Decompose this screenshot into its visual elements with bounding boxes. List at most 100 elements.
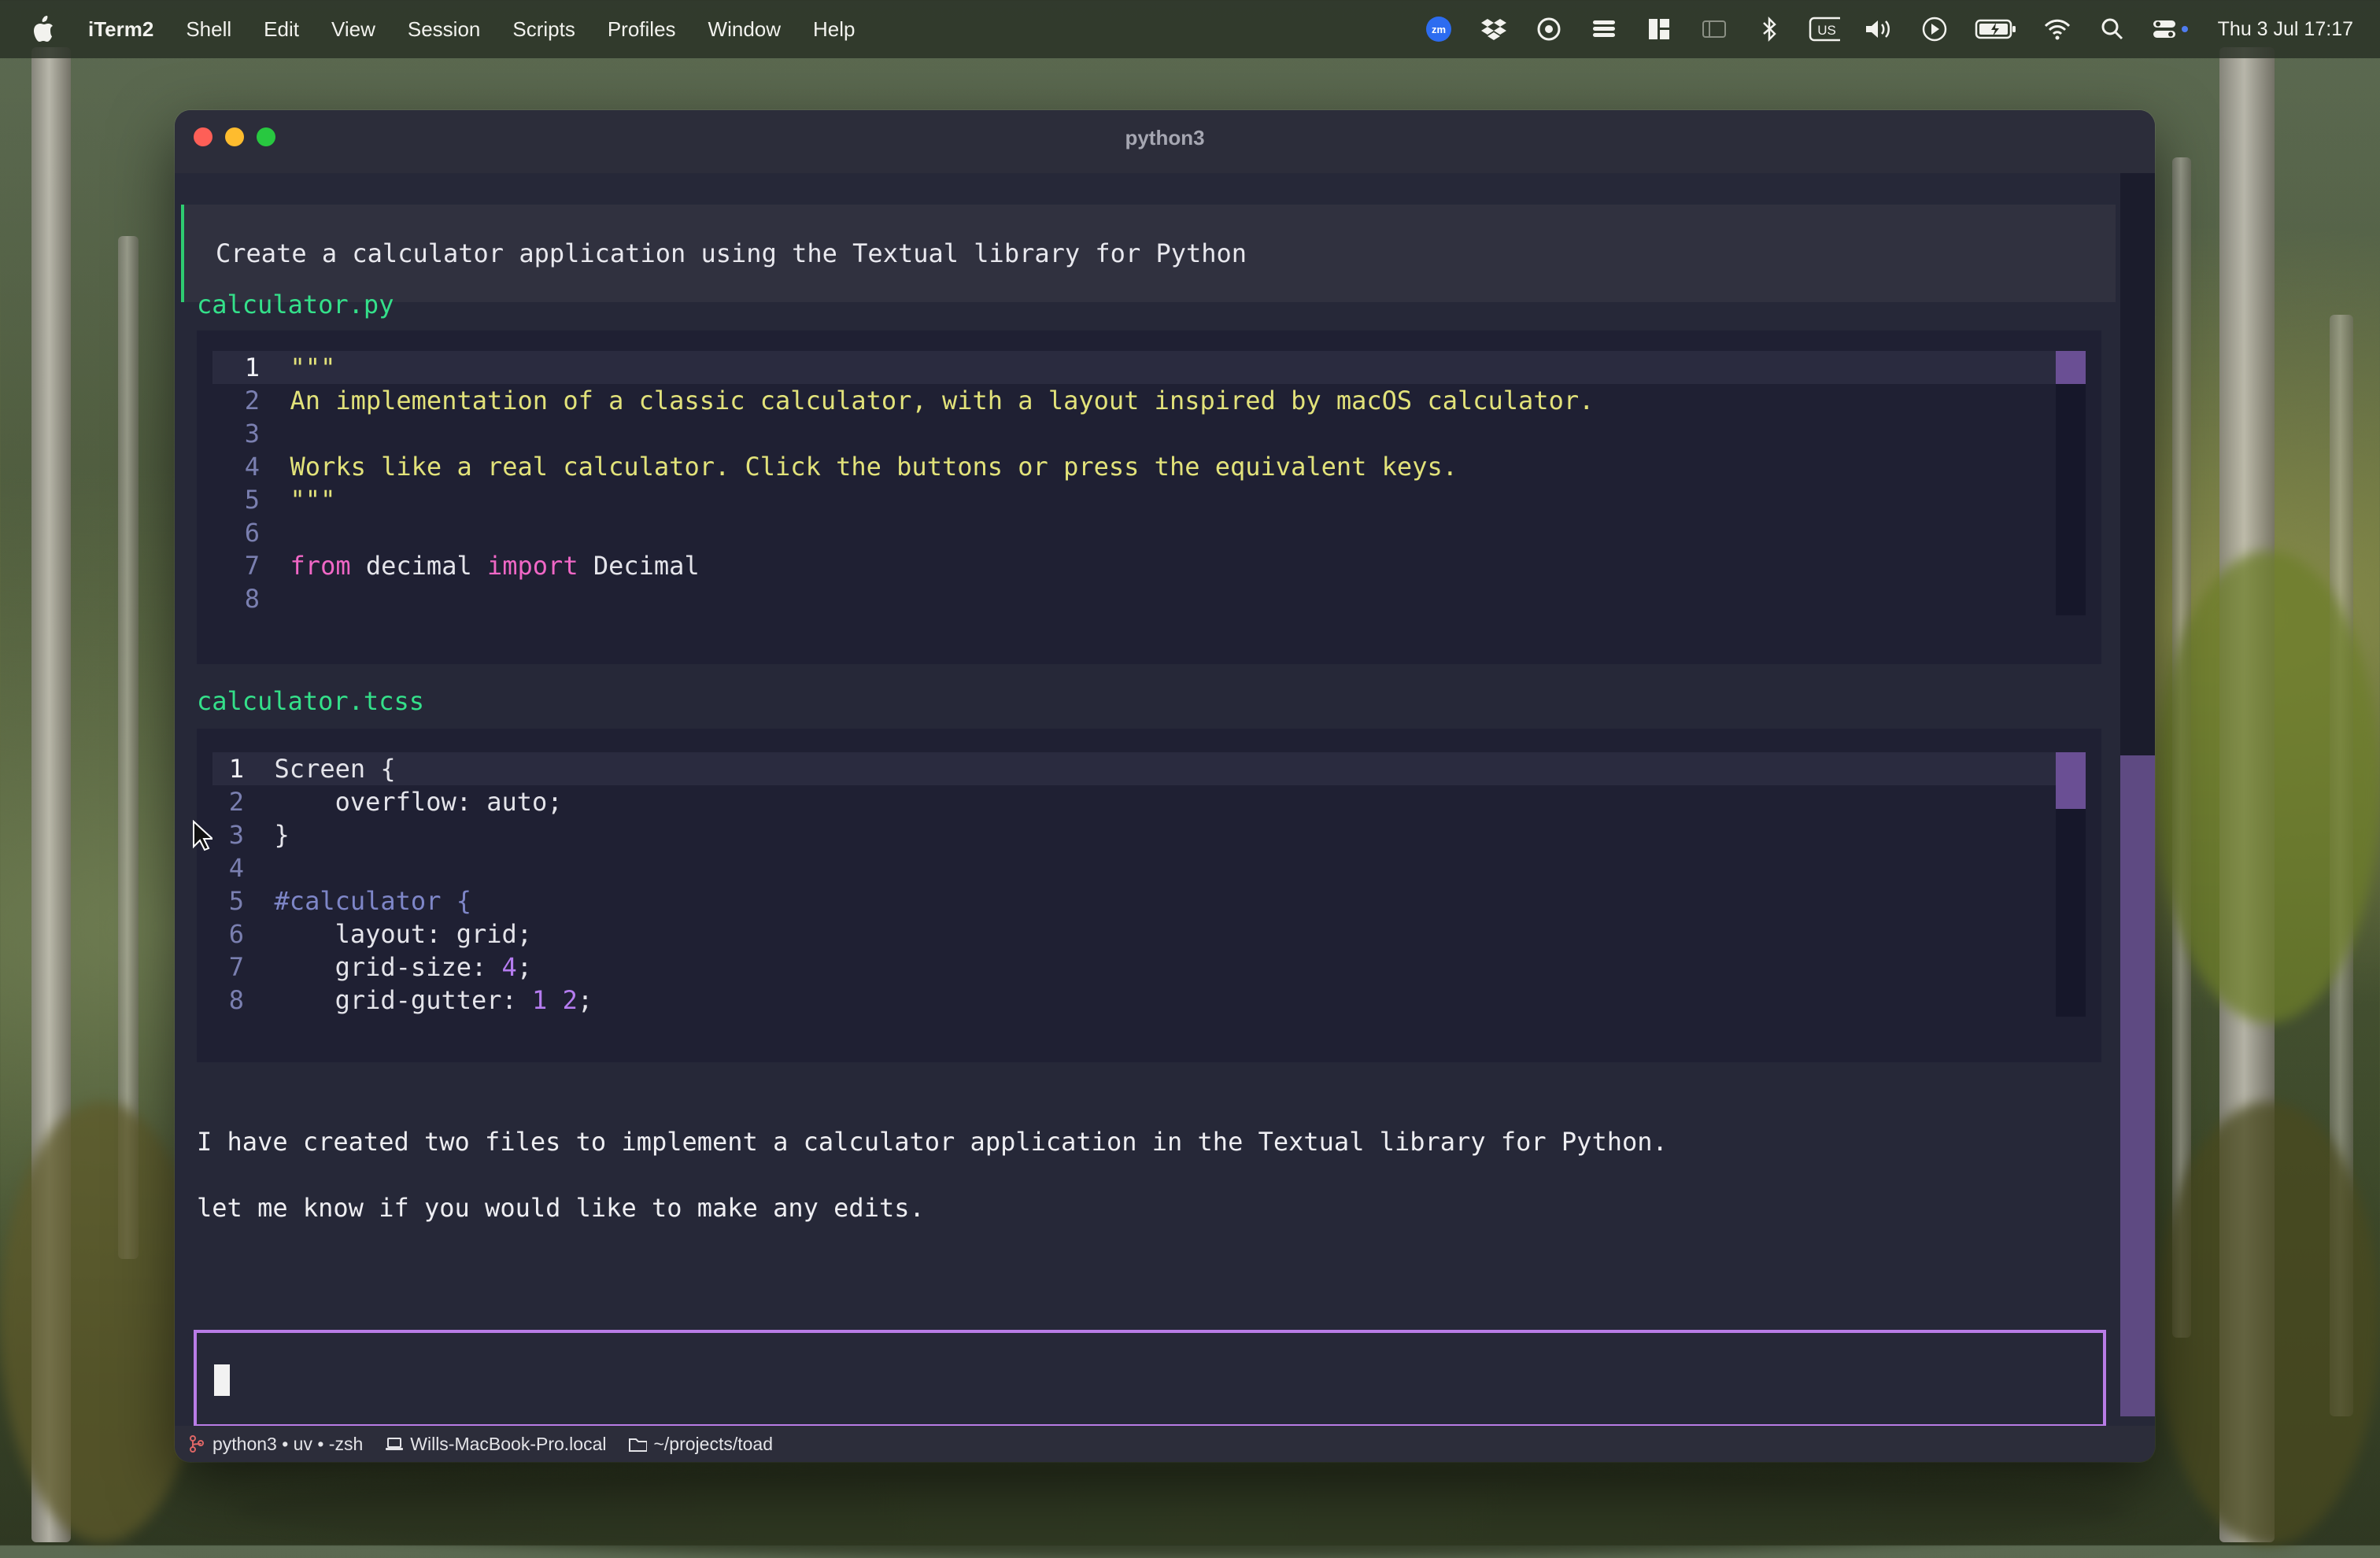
menu-app-name[interactable]: iTerm2 (88, 17, 153, 42)
code-line: 7 from decimal import Decimal (213, 549, 2064, 582)
menu-view[interactable]: View (331, 17, 375, 42)
code-line: 8 (213, 582, 2064, 615)
code-text: Works like a real calculator. Click the … (290, 452, 1458, 482)
keyboard-layout-icon[interactable]: US (1809, 13, 1840, 45)
code-line: 4 (213, 851, 2064, 884)
window-titlebar[interactable]: python3 (175, 110, 2155, 173)
line-number: 2 (244, 386, 260, 415)
code-scrollbar[interactable] (2056, 351, 2086, 615)
window-layout-icon[interactable] (1643, 13, 1675, 45)
code-line: 2 overflow: auto; (213, 785, 2064, 818)
zoom-badge-text: zm (1432, 24, 1446, 35)
prompt-input[interactable] (194, 1330, 2106, 1427)
wifi-icon[interactable] (2042, 13, 2073, 45)
line-number: 2 (228, 787, 244, 817)
code-text: Screen { (274, 754, 396, 784)
code-line: 7 grid-size: 4; (213, 951, 2064, 984)
menubar-clock[interactable]: Thu 3 Jul 17:17 (2218, 18, 2353, 41)
code-scrollbar-thumb[interactable] (2056, 351, 2086, 384)
code-text: layout: grid; (274, 919, 533, 949)
line-number: 7 (244, 551, 260, 581)
apple-icon[interactable] (30, 14, 57, 44)
code-scrollbar-thumb[interactable] (2056, 752, 2086, 809)
code-text: """ (290, 485, 336, 515)
menu-profiles[interactable]: Profiles (608, 17, 676, 42)
line-number: 4 (228, 853, 244, 883)
code-text: grid-gutter: (274, 985, 533, 1015)
code-line: 2 An implementation of a classic calcula… (213, 384, 2064, 417)
bluetooth-icon[interactable] (1754, 13, 1785, 45)
menu-edit[interactable]: Edit (264, 17, 299, 42)
line-number: 6 (244, 518, 260, 548)
menu-help[interactable]: Help (813, 17, 855, 42)
code-line: 8 grid-gutter: 1 2; (213, 984, 2064, 1017)
line-number: 6 (228, 919, 244, 949)
line-number: 4 (244, 452, 260, 482)
play-icon[interactable] (1919, 13, 1950, 45)
terminal-window: python3 Create a calculator application … (175, 110, 2155, 1462)
spotlight-search-icon[interactable] (2097, 13, 2128, 45)
status-menu-area: zm US Thu 3 Jul 17:17 (1423, 0, 2353, 58)
control-center-icon[interactable] (2152, 13, 2190, 45)
keyboard-layout-text: US (1817, 23, 1836, 38)
menu-window[interactable]: Window (708, 17, 781, 42)
code-line: 1 """ (213, 351, 2064, 384)
user-prompt-block: Create a calculator application using th… (181, 205, 2116, 302)
chat-transcript[interactable]: Create a calculator application using th… (175, 173, 2116, 1416)
code-line: 6 layout: grid; (213, 917, 2064, 951)
code-number: 1 2 (532, 985, 578, 1015)
code-line: 5 #calculator { (213, 884, 2064, 917)
code-line: 1 Screen { (213, 752, 2064, 785)
volume-icon[interactable] (1864, 13, 1895, 45)
menu-session[interactable]: Session (408, 17, 481, 42)
file-label-calculator-tcss[interactable]: calculator.tcss (197, 686, 424, 716)
code-line: 3 (213, 417, 2064, 450)
mouse-pointer-icon (192, 819, 215, 851)
status-path[interactable]: ~/projects/toad (628, 1434, 773, 1455)
code-line: 6 (213, 516, 2064, 549)
code-block-calculator-tcss[interactable]: 1 Screen { 2 overflow: auto; 3 } 4 5 #ca… (197, 729, 2101, 1062)
user-prompt-text: Create a calculator application using th… (216, 238, 1247, 268)
status-host[interactable]: Wills-MacBook-Pro.local (385, 1434, 606, 1455)
folder-icon (628, 1434, 648, 1453)
status-job[interactable]: python3 • uv • -zsh (187, 1434, 363, 1455)
code-line: 4 Works like a real calculator. Click th… (213, 450, 2064, 483)
code-text: decimal (350, 551, 487, 581)
stack-icon[interactable] (1588, 13, 1620, 45)
transcript-scrollbar[interactable] (2120, 173, 2155, 1416)
dropbox-icon[interactable] (1478, 13, 1510, 45)
zoom-icon[interactable]: zm (1423, 13, 1454, 45)
code-keyword: from (290, 551, 351, 581)
line-number: 8 (228, 985, 244, 1015)
menu-scripts[interactable]: Scripts (512, 17, 575, 42)
line-number: 1 (244, 353, 260, 382)
transcript-scrollbar-thumb[interactable] (2120, 755, 2155, 1416)
code-text: grid-size: (274, 952, 502, 982)
assistant-response-line: I have created two files to implement a … (197, 1127, 1668, 1157)
status-job-text: python3 • uv • -zsh (213, 1433, 364, 1454)
battery-icon[interactable] (1974, 13, 2018, 45)
line-number: 8 (244, 584, 260, 614)
code-text: ; (577, 985, 593, 1015)
menu-bar: iTerm2 Shell Edit View Session Scripts P… (0, 0, 2380, 58)
code-scrollbar[interactable] (2056, 752, 2086, 1017)
laptop-icon (385, 1434, 404, 1453)
code-line: 5 """ (213, 483, 2064, 516)
branch-icon (187, 1434, 206, 1453)
line-number: 7 (228, 952, 244, 982)
code-block-calculator-py[interactable]: 1 """ 2 An implementation of a classic c… (197, 330, 2101, 664)
line-number: 3 (244, 419, 260, 449)
code-selector: #calculator { (274, 886, 471, 916)
code-keyword: import (486, 551, 578, 581)
sidebar-icon[interactable] (1698, 13, 1730, 45)
menu-shell[interactable]: Shell (186, 17, 231, 42)
code-text: """ (290, 353, 336, 382)
line-number: 5 (244, 485, 260, 515)
session-status-bar: python3 • uv • -zsh Wills-MacBook-Pro.lo… (175, 1426, 2155, 1462)
code-text: overflow: auto; (274, 787, 563, 817)
code-text: An implementation of a classic calculato… (290, 386, 1595, 415)
file-label-calculator-py[interactable]: calculator.py (197, 290, 394, 319)
code-text: Decimal (578, 551, 700, 581)
vpn-icon[interactable] (1533, 13, 1565, 45)
window-title: python3 (1125, 126, 1205, 150)
